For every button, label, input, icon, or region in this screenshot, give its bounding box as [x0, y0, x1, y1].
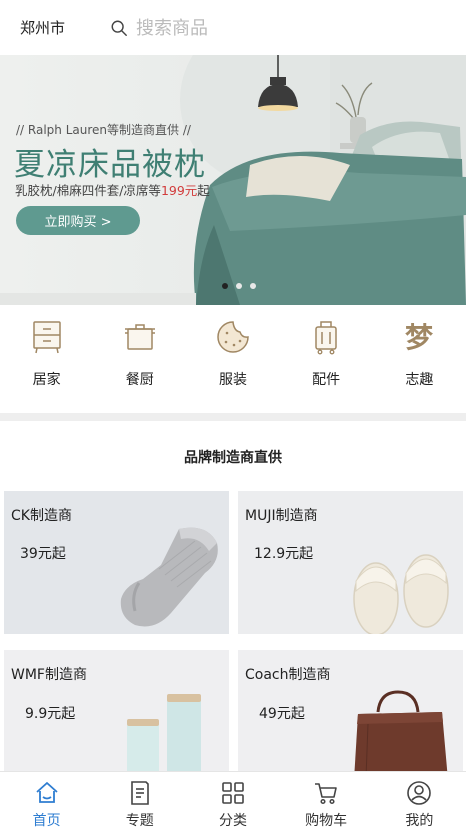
- carousel-dot[interactable]: [250, 283, 256, 289]
- brand-card-wmf[interactable]: WMF制造商 9.9元起: [4, 650, 229, 772]
- tab-label: 购物车: [305, 813, 348, 829]
- home-icon: [35, 782, 58, 803]
- carousel-dot[interactable]: [236, 283, 242, 289]
- banner-subtitle: // Ralph Lauren等制造商直供 //: [16, 123, 191, 137]
- brand-price: 9.9元起: [25, 706, 76, 722]
- brand-card-ck[interactable]: CK制造商 39元起: [4, 491, 229, 634]
- category-interests[interactable]: 梦 志趣: [373, 305, 466, 413]
- section-title: 品牌制造商直供: [184, 450, 282, 466]
- dream-icon: 梦: [405, 321, 434, 354]
- luggage-icon: [315, 321, 337, 355]
- category-label: 服装: [218, 372, 247, 388]
- top-header: 郑州市: [0, 0, 466, 55]
- banner-description: 乳胶枕/棉麻四件套/凉席等199元起: [15, 180, 210, 199]
- search-bar[interactable]: [110, 12, 410, 44]
- tab-label: 我的: [405, 813, 434, 829]
- city-selector[interactable]: 郑州市: [20, 17, 65, 38]
- tab-profile[interactable]: 我的: [373, 772, 466, 837]
- app-page: 郑州市 搜索商品 // Ralph Lauren等制造商直供 // 夏凉床品被枕…: [0, 0, 466, 837]
- cabinet-icon: [32, 321, 61, 354]
- tab-home[interactable]: 首页: [0, 772, 93, 837]
- bag-image: [354, 690, 448, 772]
- jars-image: [127, 694, 201, 772]
- category-home[interactable]: 居家: [0, 305, 93, 413]
- brand-name: Coach制造商: [245, 667, 331, 683]
- buy-now-button[interactable]: 立即购买 >: [16, 206, 140, 235]
- banner-desc-prefix: 乳胶枕/棉麻四件套/凉席等: [15, 183, 161, 198]
- brand-card-coach[interactable]: Coach制造商 49元起: [238, 650, 463, 772]
- category-label: 志趣: [405, 372, 434, 388]
- tab-label: 分类: [218, 813, 247, 829]
- brand-name: WMF制造商: [11, 667, 87, 683]
- banner-title: 夏凉床品被枕: [14, 147, 206, 183]
- tab-label: 首页: [32, 813, 61, 829]
- brand-name: MUJI制造商: [245, 508, 318, 524]
- user-icon: [407, 781, 432, 805]
- brand-price: 12.9元起: [254, 546, 314, 562]
- category-label: 餐厨: [125, 372, 154, 388]
- search-icon: [111, 20, 127, 36]
- banner-desc-price: 199元: [160, 183, 198, 198]
- carousel-dot[interactable]: [222, 283, 228, 289]
- pot-icon: [124, 324, 155, 350]
- brand-name: CK制造商: [11, 508, 72, 524]
- cart-icon: [315, 783, 337, 805]
- svg-text:梦: 梦: [405, 321, 434, 354]
- tab-cart[interactable]: 购物车: [280, 772, 373, 837]
- category-clothing[interactable]: 服装: [186, 305, 279, 413]
- category-kitchen[interactable]: 餐厨: [93, 305, 186, 413]
- brand-price: 39元起: [20, 546, 66, 562]
- category-accessories[interactable]: 配件: [280, 305, 373, 413]
- sock-image: [120, 527, 218, 627]
- category-label: 配件: [312, 372, 341, 388]
- section-divider: [0, 413, 466, 421]
- brand-card-muji[interactable]: MUJI制造商 12.9元起: [238, 491, 463, 634]
- banner-desc-suffix: 起: [197, 183, 210, 198]
- slippers-image: [353, 554, 449, 634]
- carousel-indicator[interactable]: [222, 283, 256, 289]
- tab-label: 专题: [125, 813, 154, 829]
- document-icon: [130, 781, 149, 805]
- tab-topics[interactable]: 专题: [93, 772, 186, 837]
- search-input[interactable]: [136, 17, 376, 39]
- grid-icon: [222, 782, 244, 804]
- category-nav: 居家 餐厨 服装 配件 梦 志趣: [0, 305, 466, 413]
- category-label: 居家: [32, 372, 61, 388]
- cookie-icon: [217, 321, 249, 353]
- tab-categories[interactable]: 分类: [186, 772, 279, 837]
- bottom-tab-bar: 首页 专题 分类 购物车 我的: [0, 771, 466, 837]
- promo-banner[interactable]: // Ralph Lauren等制造商直供 // 夏凉床品被枕 乳胶枕/棉麻四件…: [0, 55, 466, 305]
- brand-price: 49元起: [259, 706, 305, 722]
